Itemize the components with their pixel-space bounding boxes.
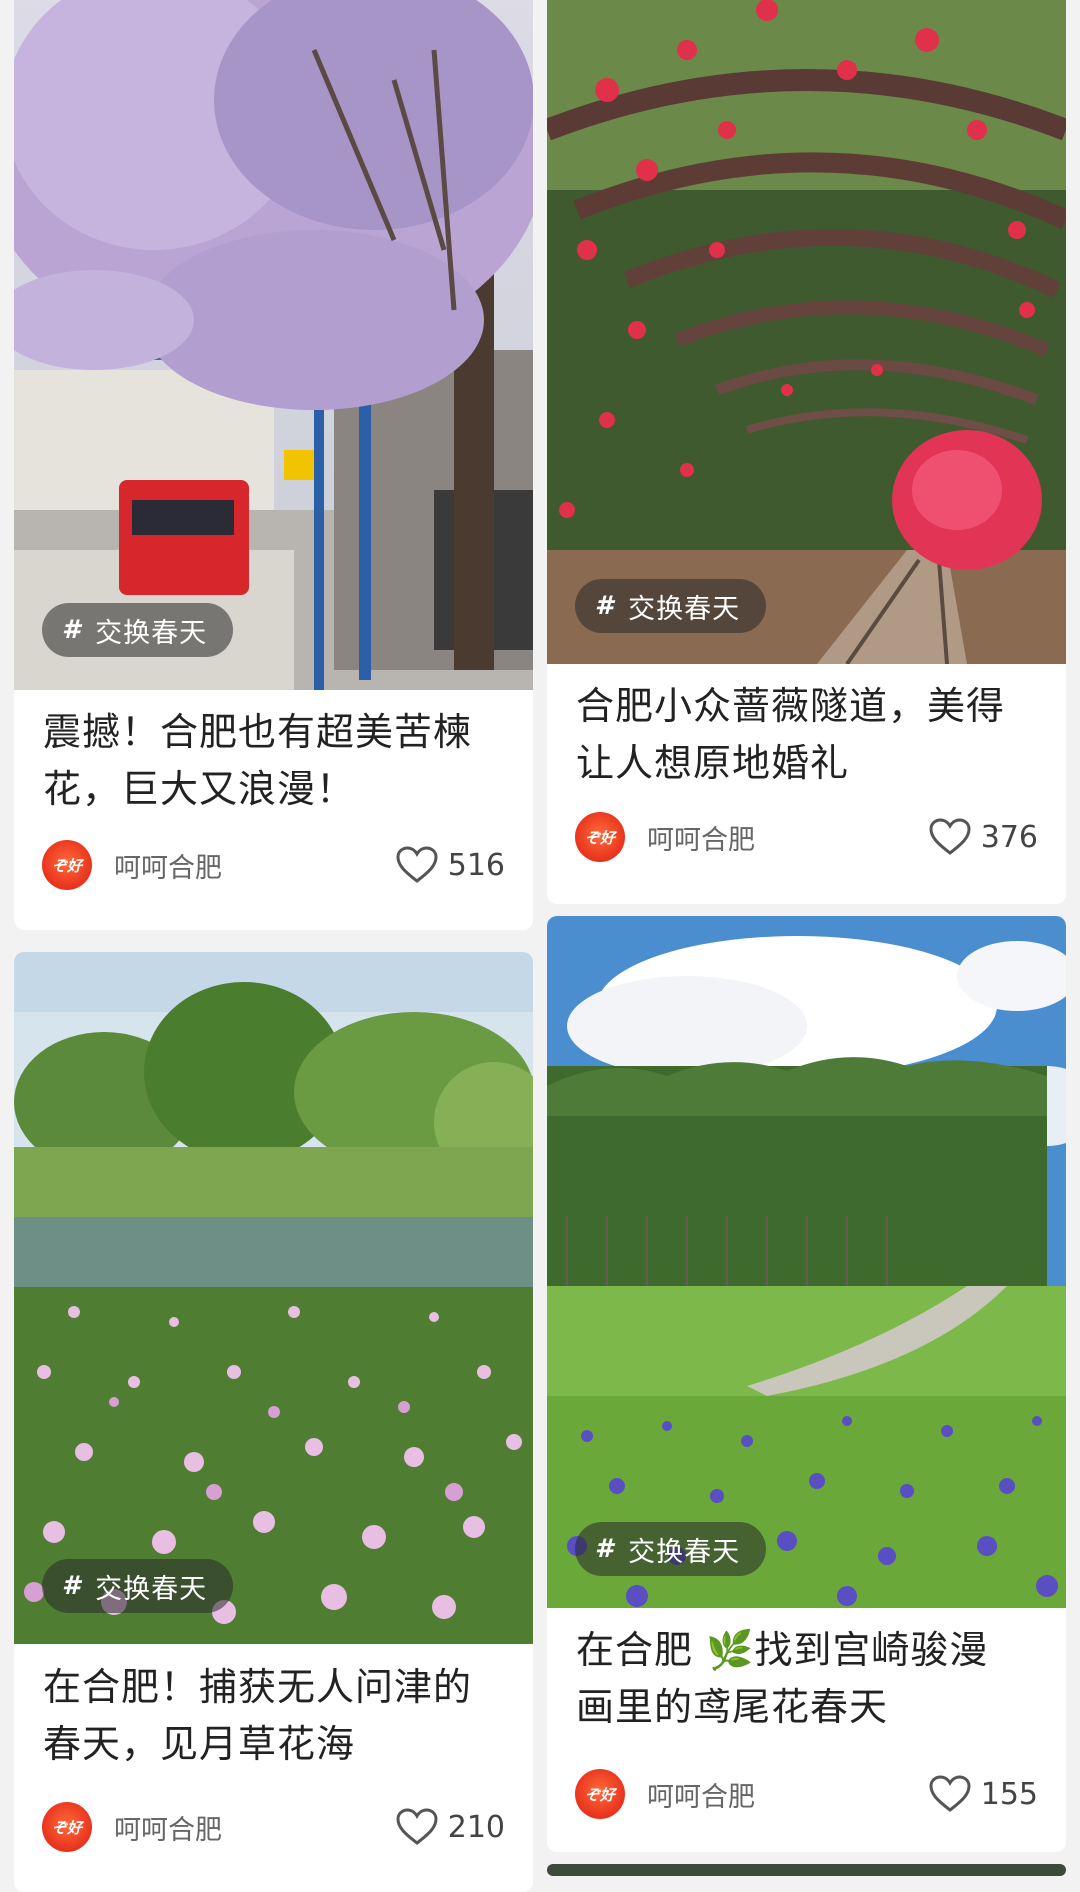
feed-card-partial[interactable] bbox=[547, 1864, 1066, 1876]
post-meta: ぞ好 呵呵合肥 516 bbox=[42, 839, 505, 891]
like-count: 376 bbox=[980, 819, 1038, 855]
avatar-logo-text: ぞ好 bbox=[584, 828, 615, 847]
like-count: 210 bbox=[447, 1809, 505, 1845]
hashtag-icon: # bbox=[62, 1571, 82, 1601]
post-title-line: 在合肥 🌿找到宫崎骏漫 bbox=[576, 1628, 989, 1672]
post-title-line: 让人想原地婚礼 bbox=[576, 741, 850, 785]
author-name[interactable]: 呵呵合肥 bbox=[114, 846, 396, 885]
paulownia-street-image bbox=[14, 0, 533, 690]
avatar[interactable]: ぞ好 bbox=[42, 1802, 92, 1852]
post-title-line: 画里的鸢尾花春天 bbox=[576, 1685, 889, 1729]
post-image[interactable] bbox=[14, 0, 533, 690]
hashtag-icon: # bbox=[595, 591, 615, 621]
topic-tag[interactable]: # 交换春天 bbox=[42, 1559, 234, 1613]
hashtag-icon: # bbox=[62, 615, 82, 645]
avatar-logo-text: ぞ好 bbox=[584, 1785, 615, 1804]
avatar[interactable]: ぞ好 bbox=[575, 1769, 625, 1819]
post-title-line: 震撼！合肥也有超美苦楝 bbox=[43, 710, 473, 754]
author-name[interactable]: 呵呵合肥 bbox=[114, 1808, 396, 1847]
topic-tag-label: 交换春天 bbox=[95, 1573, 208, 1605]
iris-field-image bbox=[547, 916, 1066, 1608]
post-meta: ぞ好 呵呵合肥 210 bbox=[42, 1801, 505, 1853]
post-title[interactable]: 震撼！合肥也有超美苦楝 花，巨大又浪漫！ bbox=[43, 704, 511, 818]
avatar[interactable]: ぞ好 bbox=[42, 840, 92, 890]
post-title[interactable]: 在合肥！捕获无人问津的 春天，见月草花海 bbox=[43, 1659, 511, 1773]
topic-tag[interactable]: # 交换春天 bbox=[575, 579, 767, 633]
like-button[interactable]: 516 bbox=[396, 846, 505, 884]
post-title-line: 合肥小众蔷薇隧道，美得 bbox=[576, 684, 1006, 728]
post-image[interactable] bbox=[547, 916, 1066, 1608]
heart-outline-icon bbox=[929, 818, 971, 855]
topic-tag[interactable]: # 交换春天 bbox=[42, 603, 234, 657]
post-title[interactable]: 在合肥 🌿找到宫崎骏漫 画里的鸢尾花春天 bbox=[576, 1622, 1044, 1736]
like-button[interactable]: 210 bbox=[396, 1808, 505, 1846]
post-title[interactable]: 合肥小众蔷薇隧道，美得 让人想原地婚礼 bbox=[576, 678, 1044, 792]
post-meta: ぞ好 呵呵合肥 376 bbox=[575, 811, 1038, 863]
heart-outline-icon bbox=[929, 1775, 971, 1812]
like-count: 516 bbox=[447, 847, 505, 883]
post-title-line: 在合肥！捕获无人问津的 bbox=[43, 1665, 473, 1709]
post-image[interactable] bbox=[547, 0, 1066, 664]
feed-card[interactable]: # 交换春天 在合肥！捕获无人问津的 春天，见月草花海 ぞ好 呵呵合肥 210 bbox=[14, 952, 533, 1892]
like-button[interactable]: 376 bbox=[929, 818, 1038, 856]
feed-card[interactable]: # 交换春天 震撼！合肥也有超美苦楝 花，巨大又浪漫！ ぞ好 呵呵合肥 516 bbox=[14, 0, 533, 930]
avatar-logo-text: ぞ好 bbox=[51, 856, 82, 875]
heart-outline-icon bbox=[396, 1808, 438, 1845]
feed-card[interactable]: # 交换春天 在合肥 🌿找到宫崎骏漫 画里的鸢尾花春天 ぞ好 呵呵合肥 155 bbox=[547, 916, 1066, 1852]
post-title-line: 花，巨大又浪漫！ bbox=[43, 767, 356, 811]
post-meta: ぞ好 呵呵合肥 155 bbox=[575, 1768, 1038, 1820]
like-count: 155 bbox=[980, 1776, 1038, 1812]
author-name[interactable]: 呵呵合肥 bbox=[647, 818, 929, 857]
primrose-field-image bbox=[14, 952, 533, 1644]
topic-tag[interactable]: # 交换春天 bbox=[575, 1522, 767, 1576]
post-image[interactable] bbox=[14, 952, 533, 1644]
feed-card[interactable]: # 交换春天 合肥小众蔷薇隧道，美得 让人想原地婚礼 ぞ好 呵呵合肥 376 bbox=[547, 0, 1066, 904]
post-title-line: 春天，见月草花海 bbox=[43, 1722, 356, 1766]
avatar[interactable]: ぞ好 bbox=[575, 812, 625, 862]
like-button[interactable]: 155 bbox=[929, 1775, 1038, 1813]
author-name[interactable]: 呵呵合肥 bbox=[647, 1775, 929, 1814]
topic-tag-label: 交换春天 bbox=[95, 617, 208, 649]
heart-outline-icon bbox=[396, 846, 438, 883]
topic-tag-label: 交换春天 bbox=[628, 593, 741, 625]
rose-tunnel-image bbox=[547, 0, 1066, 664]
hashtag-icon: # bbox=[595, 1534, 615, 1564]
avatar-logo-text: ぞ好 bbox=[51, 1818, 82, 1837]
topic-tag-label: 交换春天 bbox=[628, 1536, 741, 1568]
